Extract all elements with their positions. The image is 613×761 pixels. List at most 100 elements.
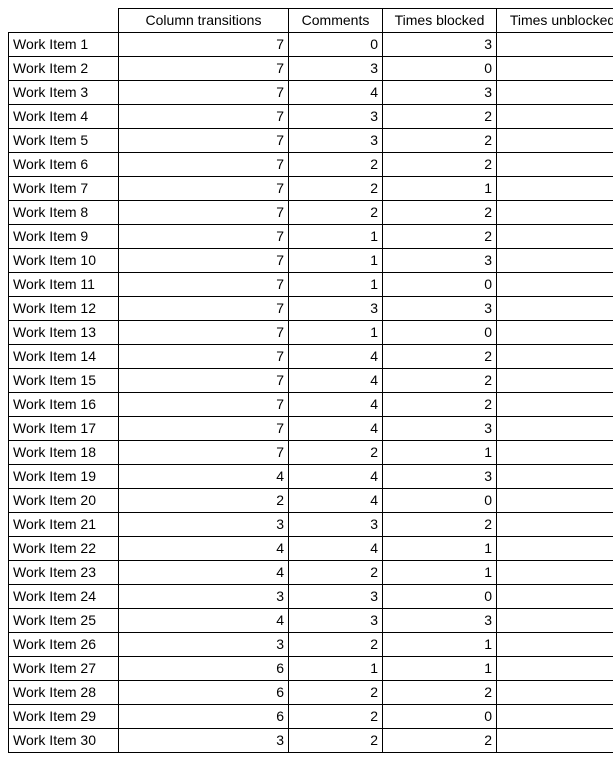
cell-value: 2 — [497, 105, 613, 129]
row-label: Work Item 25 — [9, 609, 119, 633]
table-body: Work Item 17033Work Item 27300Work Item … — [9, 33, 613, 753]
cell-value: 1 — [497, 537, 613, 561]
cell-value: 1 — [383, 561, 497, 585]
cell-value: 2 — [383, 681, 497, 705]
row-label: Work Item 27 — [9, 657, 119, 681]
row-label: Work Item 1 — [9, 33, 119, 57]
cell-value: 3 — [383, 609, 497, 633]
cell-value: 4 — [289, 345, 383, 369]
row-label: Work Item 30 — [9, 729, 119, 753]
table-row: Work Item 276111 — [9, 657, 613, 681]
cell-value: 4 — [289, 369, 383, 393]
cell-value: 4 — [119, 609, 289, 633]
cell-value: 2 — [497, 681, 613, 705]
table-row: Work Item 254333 — [9, 609, 613, 633]
header-times-unblocked: Times unblocked — [497, 9, 613, 33]
row-label: Work Item 16 — [9, 393, 119, 417]
header-col-transitions: Column transitions — [119, 9, 289, 33]
cell-value: 3 — [383, 81, 497, 105]
cell-value: 2 — [497, 225, 613, 249]
cell-value: 3 — [383, 465, 497, 489]
table-row: Work Item 67222 — [9, 153, 613, 177]
cell-value: 3 — [497, 609, 613, 633]
cell-value: 2 — [383, 129, 497, 153]
table-row: Work Item 17033 — [9, 33, 613, 57]
cell-value: 3 — [383, 297, 497, 321]
row-label: Work Item 19 — [9, 465, 119, 489]
cell-value: 7 — [119, 129, 289, 153]
cell-value: 2 — [497, 729, 613, 753]
cell-value: 1 — [497, 177, 613, 201]
cell-value: 7 — [119, 201, 289, 225]
cell-value: 7 — [119, 57, 289, 81]
row-label: Work Item 2 — [9, 57, 119, 81]
cell-value: 0 — [497, 273, 613, 297]
cell-value: 3 — [497, 297, 613, 321]
cell-value: 3 — [497, 417, 613, 441]
row-label: Work Item 26 — [9, 633, 119, 657]
row-label: Work Item 8 — [9, 201, 119, 225]
row-label: Work Item 17 — [9, 417, 119, 441]
table-row: Work Item 263211 — [9, 633, 613, 657]
cell-value: 3 — [289, 57, 383, 81]
cell-value: 2 — [289, 729, 383, 753]
cell-value: 4 — [119, 537, 289, 561]
table-row: Work Item 117100 — [9, 273, 613, 297]
cell-value: 0 — [383, 321, 497, 345]
work-items-table: Column transitions Comments Times blocke… — [8, 8, 613, 753]
cell-value: 1 — [497, 441, 613, 465]
cell-value: 4 — [289, 489, 383, 513]
cell-value: 4 — [289, 417, 383, 441]
cell-value: 2 — [383, 393, 497, 417]
cell-value: 0 — [383, 585, 497, 609]
cell-value: 0 — [383, 489, 497, 513]
cell-value: 3 — [383, 33, 497, 57]
cell-value: 7 — [119, 321, 289, 345]
row-label: Work Item 11 — [9, 273, 119, 297]
cell-value: 2 — [289, 681, 383, 705]
cell-value: 2 — [383, 225, 497, 249]
row-label: Work Item 28 — [9, 681, 119, 705]
cell-value: 7 — [119, 393, 289, 417]
cell-value: 2 — [289, 177, 383, 201]
cell-value: 7 — [119, 33, 289, 57]
table-row: Work Item 157422 — [9, 369, 613, 393]
cell-value: 1 — [383, 633, 497, 657]
cell-value: 7 — [119, 297, 289, 321]
cell-value: 7 — [119, 105, 289, 129]
table-row: Work Item 213322 — [9, 513, 613, 537]
cell-value: 1 — [289, 321, 383, 345]
cell-value: 3 — [289, 513, 383, 537]
cell-value: 3 — [119, 513, 289, 537]
cell-value: 2 — [383, 513, 497, 537]
table-row: Work Item 57322 — [9, 129, 613, 153]
cell-value: 1 — [383, 441, 497, 465]
row-label: Work Item 14 — [9, 345, 119, 369]
row-label: Work Item 9 — [9, 225, 119, 249]
table-row: Work Item 77211 — [9, 177, 613, 201]
row-label: Work Item 4 — [9, 105, 119, 129]
table-row: Work Item 234211 — [9, 561, 613, 585]
cell-value: 6 — [119, 657, 289, 681]
table-row: Work Item 286222 — [9, 681, 613, 705]
header-times-blocked: Times blocked — [383, 9, 497, 33]
table-row: Work Item 47322 — [9, 105, 613, 129]
table-row: Work Item 303222 — [9, 729, 613, 753]
row-label: Work Item 7 — [9, 177, 119, 201]
row-label: Work Item 24 — [9, 585, 119, 609]
row-label: Work Item 29 — [9, 705, 119, 729]
cell-value: 0 — [497, 321, 613, 345]
cell-value: 1 — [497, 633, 613, 657]
cell-value: 3 — [289, 129, 383, 153]
cell-value: 0 — [383, 57, 497, 81]
table-row: Work Item 137100 — [9, 321, 613, 345]
table-row: Work Item 147422 — [9, 345, 613, 369]
cell-value: 4 — [289, 465, 383, 489]
cell-value: 2 — [497, 345, 613, 369]
table-row: Work Item 187211 — [9, 441, 613, 465]
cell-value: 2 — [383, 729, 497, 753]
table-row: Work Item 177433 — [9, 417, 613, 441]
table-row: Work Item 87222 — [9, 201, 613, 225]
row-label: Work Item 21 — [9, 513, 119, 537]
cell-value: 3 — [289, 297, 383, 321]
